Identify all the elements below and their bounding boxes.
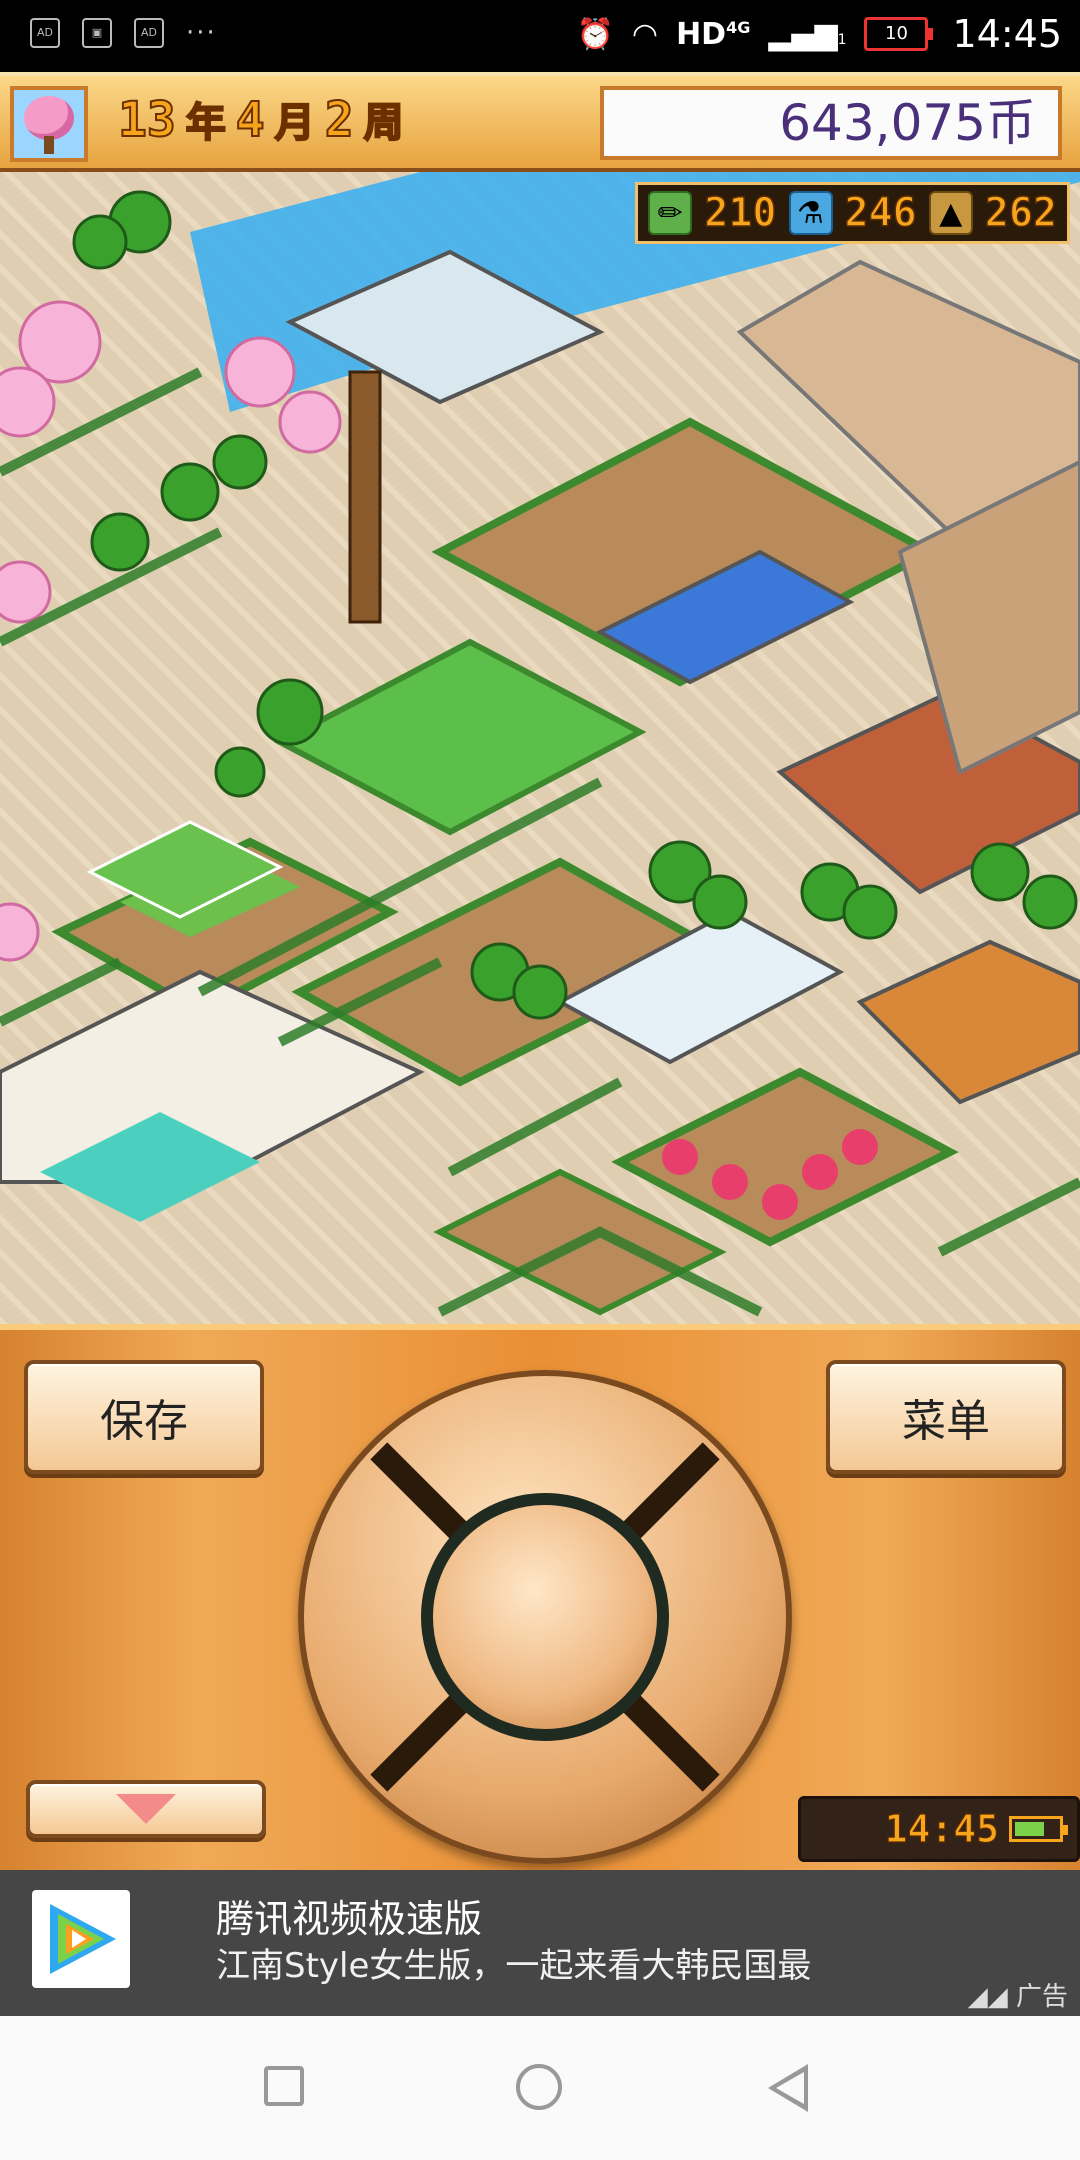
status-left: AD ▣ AD ··· [30, 18, 217, 48]
week-value: 2 [324, 91, 355, 149]
signal-icon: ▂▄▆1 [768, 16, 847, 52]
status-right: ⏰ ◠ HD4G ▂▄▆1 10 14:45 [577, 12, 1062, 56]
game-top-bar: 13 年 4 月 2 周 643,075币 [0, 72, 1080, 172]
map-scene [0, 172, 1080, 1317]
ad-brand-icon: ◢◢ [967, 1982, 1016, 2012]
ad-notification-icon-2: AD [134, 18, 164, 48]
down-arrow-icon [116, 1794, 176, 1824]
tencent-video-logo-icon[interactable] [32, 1890, 130, 1988]
battery-icon [1009, 1816, 1068, 1842]
navigation-bar [0, 2016, 1080, 2160]
year-unit: 年 [185, 99, 227, 147]
research-value: 246 [844, 189, 918, 237]
tower-icon: ▲ [928, 191, 973, 235]
status-bar: AD ▣ AD ··· ⏰ ◠ HD4G ▂▄▆1 10 14:45 [0, 0, 1080, 72]
recent-apps-button[interactable] [264, 2066, 304, 2106]
tower-value: 262 [984, 189, 1058, 237]
clock-time: 14:45 [884, 1806, 1000, 1851]
wifi-icon: ◠ [631, 16, 659, 52]
battery-icon: 10 [864, 17, 934, 51]
save-button[interactable]: 保存 [24, 1360, 264, 1474]
ad-subtitle[interactable]: 江南Style女生版，一起来看大韩民国最 [216, 1938, 811, 1987]
dpad-center-button[interactable] [421, 1493, 669, 1741]
ad-title[interactable]: 腾讯视频极速版 [216, 1888, 482, 1943]
ad-notification-icon: AD [30, 18, 60, 48]
money-display: 643,075币 [600, 86, 1062, 160]
resource-bar: ✏ 210 ⚗ 246 ▲ 262 [635, 182, 1070, 244]
game-date: 13 年 4 月 2 周 [117, 90, 405, 149]
direction-pad[interactable] [298, 1370, 792, 1864]
back-button[interactable] [768, 2064, 808, 2112]
pencil-icon: ✏ [648, 191, 693, 235]
more-notifications-icon: ··· [186, 18, 217, 48]
pencil-value: 210 [703, 189, 777, 237]
menu-button[interactable]: 菜单 [826, 1360, 1066, 1474]
alarm-icon: ⏰ [576, 16, 614, 52]
network-label: HD4G [676, 16, 751, 52]
week-unit: 周 [363, 99, 405, 147]
game-clock: 14:45 [798, 1796, 1080, 1862]
month-unit: 月 [274, 99, 316, 147]
control-panel: 保存 菜单 14:45 [0, 1324, 1080, 1870]
collapse-button[interactable] [26, 1780, 266, 1838]
ad-label: ◢◢ 广告 [967, 1982, 1068, 2012]
month-value: 4 [235, 91, 266, 149]
home-button[interactable] [516, 2064, 562, 2110]
flask-icon: ⚗ [788, 191, 833, 235]
screenshot-notification-icon: ▣ [82, 18, 112, 48]
year-value: 13 [117, 91, 177, 149]
game-map[interactable]: ✏ 210 ⚗ 246 ▲ 262 [0, 172, 1080, 1324]
status-time: 14:45 [952, 12, 1062, 56]
ad-banner[interactable]: 腾讯视频极速版 江南Style女生版，一起来看大韩民国最 ◢◢ 广告 [0, 1870, 1080, 2016]
school-tree-icon[interactable] [10, 86, 88, 162]
